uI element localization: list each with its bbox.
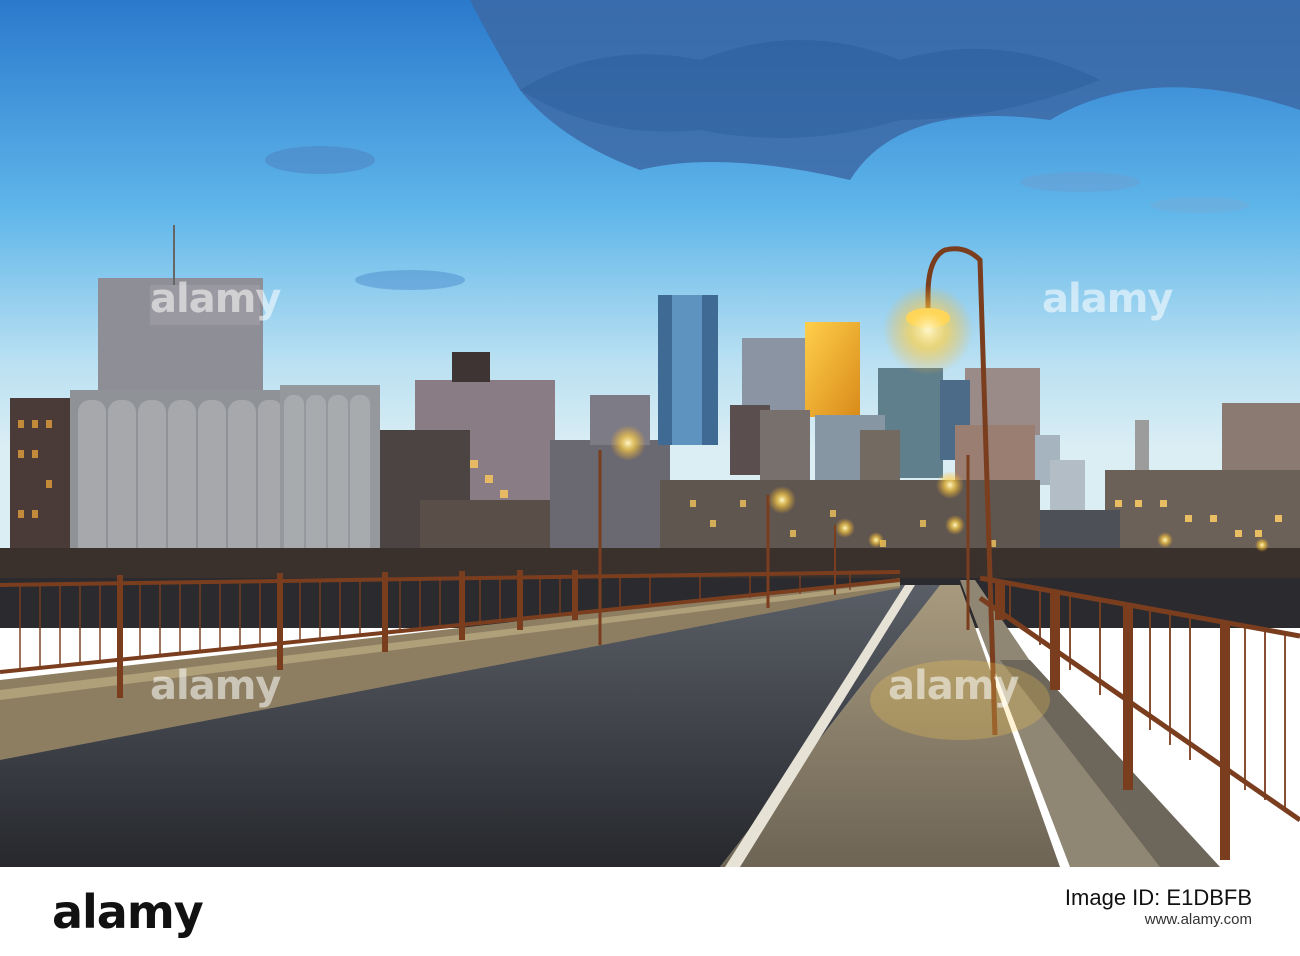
city-bridge-photo: alamy alamy alamy alamy: [0, 0, 1300, 867]
image-info: Image ID: E1DBFB www.alamy.com: [1065, 885, 1252, 928]
footer-bar: alamy Image ID: E1DBFB www.alamy.com: [0, 867, 1300, 956]
watermark: alamy: [150, 663, 281, 709]
image-id: Image ID: E1DBFB: [1064, 885, 1252, 910]
website-link[interactable]: www.alamy.com: [1065, 911, 1252, 928]
watermark: alamy: [150, 276, 281, 322]
alamy-logo[interactable]: alamy: [52, 885, 204, 939]
watermark: alamy: [888, 663, 1019, 709]
watermark: alamy: [1042, 276, 1173, 322]
